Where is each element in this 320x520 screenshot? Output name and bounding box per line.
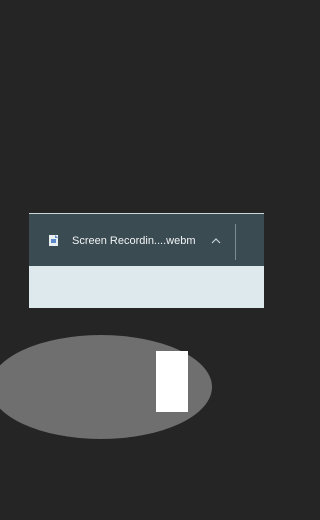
download-shelf: Screen Recordin....webm [29, 213, 264, 308]
shelf-bottom-area [29, 266, 264, 308]
download-bar: Screen Recordin....webm [29, 214, 264, 266]
chevron-up-icon[interactable] [210, 236, 222, 246]
shelf-divider [235, 224, 236, 260]
download-filename: Screen Recordin....webm [72, 235, 196, 247]
download-item[interactable]: Screen Recordin....webm [29, 214, 236, 266]
white-placeholder-block [156, 351, 188, 412]
document-icon [49, 235, 58, 246]
